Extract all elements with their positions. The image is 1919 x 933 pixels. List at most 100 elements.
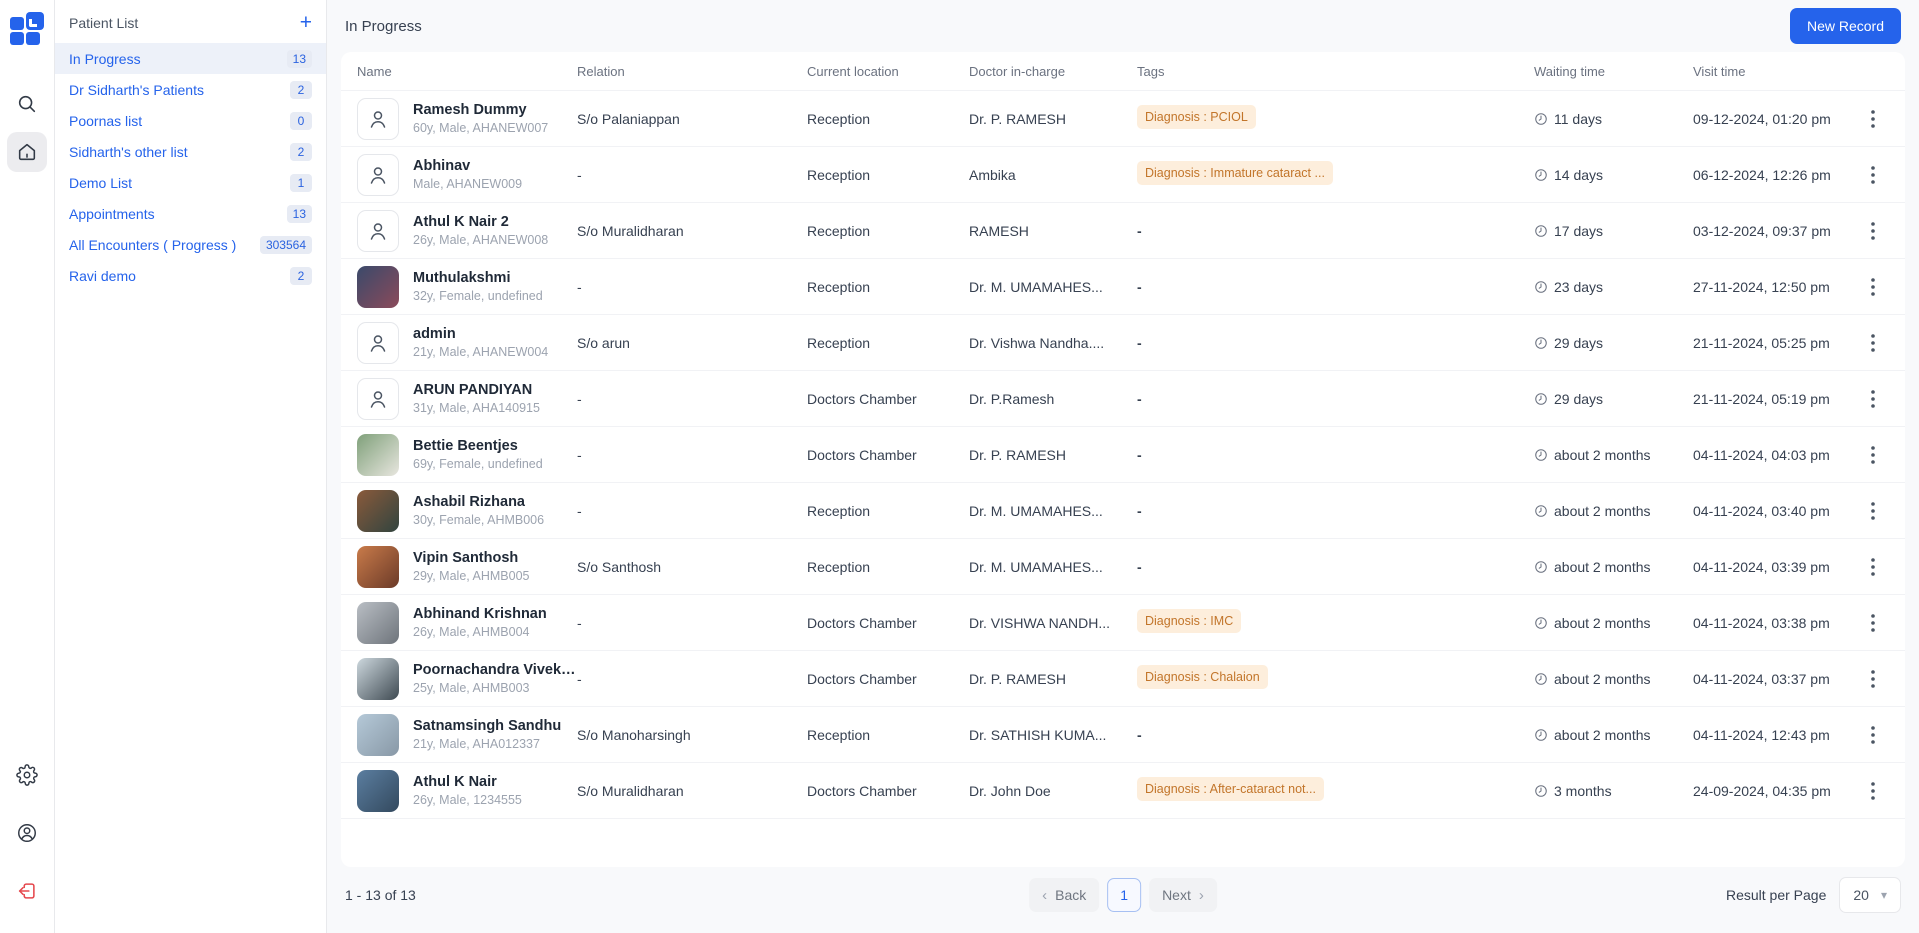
location-cell: Doctors Chamber bbox=[807, 447, 969, 463]
settings-gear-icon[interactable] bbox=[7, 755, 47, 795]
table-footer: 1 - 13 of 13 ‹ Back 1 Next › Result per … bbox=[341, 867, 1905, 923]
page-1-button[interactable]: 1 bbox=[1107, 878, 1141, 912]
patient-list-item[interactable]: Dr Sidharth's Patients 2 bbox=[55, 74, 326, 105]
visit-time-cell: 04-11-2024, 03:38 pm bbox=[1693, 615, 1861, 631]
patient-row[interactable]: Satnamsingh Sandhu 21y, Male, AHA012337 … bbox=[341, 707, 1905, 763]
patient-list-item[interactable]: Demo List 1 bbox=[55, 167, 326, 198]
row-menu-button[interactable] bbox=[1861, 159, 1885, 191]
row-menu-button[interactable] bbox=[1861, 103, 1885, 135]
tag-empty: - bbox=[1137, 447, 1142, 463]
row-menu-button[interactable] bbox=[1861, 383, 1885, 415]
home-icon[interactable] bbox=[7, 132, 47, 172]
row-menu-button[interactable] bbox=[1861, 607, 1885, 639]
waiting-time: about 2 months bbox=[1554, 447, 1651, 463]
waiting-time: 17 days bbox=[1554, 223, 1603, 239]
patient-row[interactable]: Athul K Nair 26y, Male, 1234555 S/o Mura… bbox=[341, 763, 1905, 819]
doctor-cell: Dr. M. UMAMAHES... bbox=[969, 503, 1137, 519]
relation-cell: - bbox=[577, 447, 807, 463]
patient-details: 32y, Female, undefined bbox=[413, 289, 543, 303]
search-icon[interactable] bbox=[7, 84, 47, 124]
row-menu-button[interactable] bbox=[1861, 775, 1885, 807]
visit-time-cell: 21-11-2024, 05:19 pm bbox=[1693, 391, 1861, 407]
row-menu-button[interactable] bbox=[1861, 439, 1885, 471]
patient-row[interactable]: Athul K Nair 2 26y, Male, AHANEW008 S/o … bbox=[341, 203, 1905, 259]
row-menu-button[interactable] bbox=[1861, 271, 1885, 303]
patient-list-item[interactable]: Ravi demo 2 bbox=[55, 260, 326, 291]
doctor-cell: Dr. M. UMAMAHES... bbox=[969, 559, 1137, 575]
patient-list-item[interactable]: In Progress 13 bbox=[55, 43, 326, 74]
patient-list-item[interactable]: Poornas list 0 bbox=[55, 105, 326, 136]
patient-row[interactable]: Bettie Beentjes 69y, Female, undefined -… bbox=[341, 427, 1905, 483]
patient-name: Vipin Santhosh bbox=[413, 550, 530, 566]
patient-row[interactable]: Vipin Santhosh 29y, Male, AHMB005 S/o Sa… bbox=[341, 539, 1905, 595]
patient-avatar bbox=[357, 210, 399, 252]
chevron-down-icon: ▾ bbox=[1881, 888, 1887, 902]
chevron-right-icon: › bbox=[1199, 888, 1204, 903]
tag-empty: - bbox=[1137, 279, 1142, 295]
patient-avatar bbox=[357, 434, 399, 476]
patient-list-item[interactable]: Appointments 13 bbox=[55, 198, 326, 229]
clock-icon bbox=[1534, 616, 1548, 630]
clock-icon bbox=[1534, 112, 1548, 126]
name-cell: Poornachandra Viveka... 25y, Male, AHMB0… bbox=[357, 658, 577, 700]
row-menu-button[interactable] bbox=[1861, 719, 1885, 751]
patient-row[interactable]: Ashabil Rizhana 30y, Female, AHMB006 - R… bbox=[341, 483, 1905, 539]
tags-cell: Diagnosis : PCIOL bbox=[1137, 105, 1534, 132]
visit-time-cell: 27-11-2024, 12:50 pm bbox=[1693, 279, 1861, 295]
app-logo-icon[interactable] bbox=[9, 10, 45, 46]
doctor-cell: Dr. VISHWA NANDH... bbox=[969, 615, 1137, 631]
tags-cell: - bbox=[1137, 391, 1534, 407]
patient-row[interactable]: Muthulakshmi 32y, Female, undefined - Re… bbox=[341, 259, 1905, 315]
main-header: In Progress New Record bbox=[341, 0, 1905, 52]
relation-cell: - bbox=[577, 279, 807, 295]
patient-avatar bbox=[357, 378, 399, 420]
patient-details: 31y, Male, AHA140915 bbox=[413, 401, 540, 415]
patient-details: 21y, Male, AHANEW004 bbox=[413, 345, 548, 359]
diagnosis-tag: Diagnosis : Chalaion bbox=[1137, 665, 1268, 689]
clock-icon bbox=[1534, 280, 1548, 294]
chevron-left-icon: ‹ bbox=[1042, 888, 1047, 903]
row-menu-button[interactable] bbox=[1861, 327, 1885, 359]
tags-cell: Diagnosis : Immature cataract ... bbox=[1137, 161, 1534, 188]
patient-row[interactable]: Poornachandra Viveka... 25y, Male, AHMB0… bbox=[341, 651, 1905, 707]
row-menu-button[interactable] bbox=[1861, 551, 1885, 583]
logout-icon[interactable] bbox=[7, 871, 47, 911]
add-list-button[interactable]: + bbox=[300, 12, 312, 33]
location-cell: Doctors Chamber bbox=[807, 615, 969, 631]
patient-list-item[interactable]: All Encounters ( Progress ) 303564 bbox=[55, 229, 326, 260]
column-header: Relation bbox=[577, 64, 807, 79]
waiting-time: about 2 months bbox=[1554, 503, 1651, 519]
patient-row[interactable]: Abhinav Male, AHANEW009 - Reception Ambi… bbox=[341, 147, 1905, 203]
patient-avatar bbox=[357, 322, 399, 364]
back-button[interactable]: ‹ Back bbox=[1029, 878, 1099, 912]
patient-row[interactable]: admin 21y, Male, AHANEW004 S/o arun Rece… bbox=[341, 315, 1905, 371]
per-page-select[interactable]: 20 ▾ bbox=[1839, 877, 1901, 913]
patient-list-item-label: Demo List bbox=[69, 175, 132, 191]
location-cell: Doctors Chamber bbox=[807, 783, 969, 799]
name-cell: Athul K Nair 26y, Male, 1234555 bbox=[357, 770, 577, 812]
patient-name: Abhinand Krishnan bbox=[413, 606, 547, 622]
patient-list-item-label: Dr Sidharth's Patients bbox=[69, 82, 204, 98]
patient-row[interactable]: Ramesh Dummy 60y, Male, AHANEW007 S/o Pa… bbox=[341, 91, 1905, 147]
patient-list-item-count: 303564 bbox=[260, 236, 312, 254]
tag-empty: - bbox=[1137, 335, 1142, 351]
patient-avatar bbox=[357, 546, 399, 588]
patient-list-item-label: All Encounters ( Progress ) bbox=[69, 237, 236, 253]
patient-list-item[interactable]: Sidharth's other list 2 bbox=[55, 136, 326, 167]
patient-row[interactable]: ARUN PANDIYAN 31y, Male, AHA140915 - Doc… bbox=[341, 371, 1905, 427]
column-header: Tags bbox=[1137, 64, 1534, 79]
patient-details: 25y, Male, AHMB003 bbox=[413, 681, 577, 695]
relation-cell: - bbox=[577, 167, 807, 183]
waiting-time: about 2 months bbox=[1554, 559, 1651, 575]
row-menu-button[interactable] bbox=[1861, 663, 1885, 695]
patient-name: Muthulakshmi bbox=[413, 270, 543, 286]
row-menu-button[interactable] bbox=[1861, 215, 1885, 247]
patient-row[interactable]: Abhinand Krishnan 26y, Male, AHMB004 - D… bbox=[341, 595, 1905, 651]
next-button[interactable]: Next › bbox=[1149, 878, 1217, 912]
row-menu-button[interactable] bbox=[1861, 495, 1885, 527]
clock-icon bbox=[1534, 336, 1548, 350]
doctor-cell: Dr. P. RAMESH bbox=[969, 671, 1137, 687]
profile-icon[interactable] bbox=[7, 813, 47, 853]
location-cell: Reception bbox=[807, 111, 969, 127]
new-record-button[interactable]: New Record bbox=[1790, 8, 1901, 44]
